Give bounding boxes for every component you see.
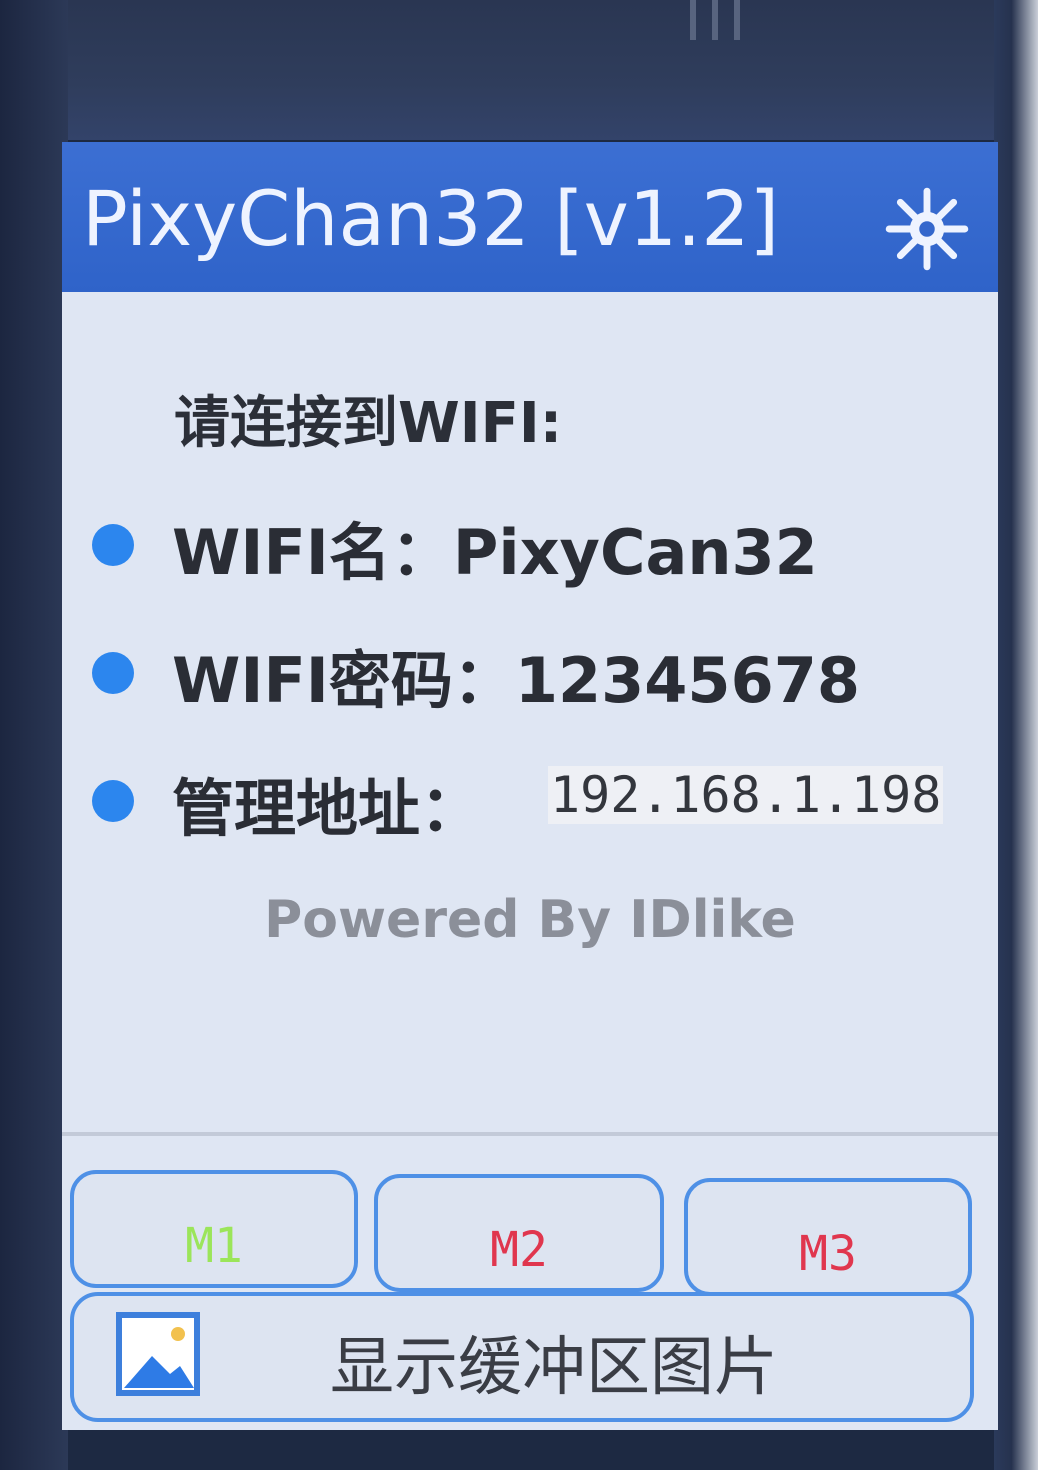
bullet-dot: [92, 524, 134, 566]
m1-button-label: M1: [185, 1218, 243, 1274]
device-bezel-top: [0, 0, 1038, 140]
show-buffer-image-label: 显示缓冲区图片: [330, 1331, 778, 1405]
wifi-name-text: WIFI名：PixyCan32: [172, 516, 818, 589]
show-buffer-image-button[interactable]: 显示缓冲区图片: [70, 1292, 974, 1422]
device-bezel-left: [0, 0, 68, 1470]
bezel-rail: [734, 0, 740, 40]
bezel-rail: [690, 0, 696, 40]
bezel-rail: [712, 0, 718, 40]
wifi-password-text: WIFI密码：12345678: [172, 644, 860, 717]
m2-button-label: M2: [490, 1222, 548, 1278]
wifi-prompt: 请连接到WIFI:: [174, 391, 563, 456]
app-title: PixyChan32 [v1.2]: [82, 174, 780, 263]
powered-by-text: Powered By IDlike: [264, 890, 796, 950]
bullet-dot: [92, 780, 134, 822]
admin-address-value: 192.168.1.198: [548, 766, 944, 824]
m3-button-label: M3: [799, 1226, 857, 1282]
lcd-screen: PixyChan32 [v1.2] 请连接到WIFI: WIFI名：PixyCa…: [62, 142, 998, 1430]
gear-icon[interactable]: [884, 186, 970, 272]
title-bar: PixyChan32 [v1.2]: [62, 142, 998, 292]
admin-address-label: 管理地址：: [172, 772, 483, 845]
divider: [62, 1132, 998, 1136]
bullet-dot: [92, 652, 134, 694]
image-icon: [116, 1312, 200, 1396]
m3-button[interactable]: M3: [684, 1178, 972, 1296]
m1-button[interactable]: M1: [70, 1170, 358, 1288]
m2-button[interactable]: M2: [374, 1174, 664, 1292]
device-bezel-right: [994, 0, 1038, 1470]
